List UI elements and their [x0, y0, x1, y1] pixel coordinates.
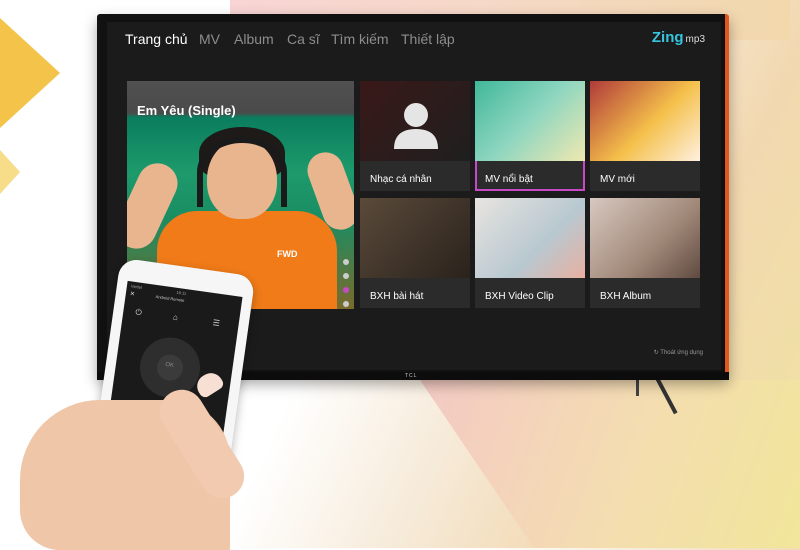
tv-stand-left	[636, 378, 639, 396]
exit-app-button[interactable]: ↻ Thoát ứng dụng	[654, 349, 703, 356]
nav-home[interactable]: Trang chủ	[125, 31, 188, 47]
home-icon[interactable]: ⌂	[172, 313, 178, 323]
phone-time: 16:11	[176, 289, 187, 297]
tile-image	[360, 198, 470, 278]
nav-settings[interactable]: Thiết lập	[401, 31, 455, 47]
tile-personal-music[interactable]: Nhạc cá nhân	[360, 81, 470, 191]
background-shape	[420, 380, 800, 548]
tv-brand-logo: TCL	[405, 373, 418, 379]
decorative-triangle-small	[0, 150, 20, 194]
tile-label: BXH Video Clip	[485, 291, 554, 302]
dpad[interactable]: OK	[136, 333, 204, 402]
menu-icon[interactable]: ☰	[212, 318, 220, 328]
carousel-dot[interactable]	[343, 301, 349, 307]
tile-image	[590, 198, 700, 278]
tile-image	[475, 198, 585, 278]
headphones-icon	[197, 137, 287, 207]
phone-carrier: Viettel	[130, 283, 143, 290]
featured-title: Em Yêu (Single)	[137, 103, 236, 118]
nav-mv[interactable]: MV	[199, 31, 220, 47]
zing-mp3-logo: Zing mp3	[651, 29, 705, 46]
tile-featured-mv[interactable]: MV nổi bật	[475, 81, 585, 191]
carousel-dot[interactable]	[343, 273, 349, 279]
tile-album-chart[interactable]: BXH Album	[590, 198, 700, 308]
power-icon[interactable]: ⏻	[135, 307, 143, 317]
ok-button[interactable]: OK	[155, 352, 185, 383]
nav-search[interactable]: Tìm kiếm	[331, 31, 389, 47]
decorative-triangle	[0, 18, 60, 128]
exit-label: Thoát ứng dụng	[660, 350, 703, 356]
tile-label: MV nổi bật	[485, 174, 533, 185]
close-icon[interactable]: ✕	[129, 290, 135, 299]
person-silhouette-icon	[394, 103, 438, 149]
tile-label: BXH bài hát	[370, 291, 424, 302]
nav-artists[interactable]: Ca sĩ	[287, 31, 320, 47]
tile-image	[590, 81, 700, 161]
carousel-dot[interactable]	[343, 259, 349, 265]
tile-video-chart[interactable]: BXH Video Clip	[475, 198, 585, 308]
tile-label: BXH Album	[600, 291, 652, 302]
nav-album[interactable]: Album	[234, 31, 274, 47]
tile-label: MV mới	[600, 174, 635, 185]
tile-image	[475, 81, 585, 161]
top-nav: Trang chủ MV Album Ca sĩ Tìm kiếm Thiết …	[107, 22, 721, 56]
tile-label: Nhạc cá nhân	[370, 174, 432, 185]
tile-new-mv[interactable]: MV mới	[590, 81, 700, 191]
shirt-logo-text: FWD	[277, 249, 298, 259]
tile-song-chart[interactable]: BXH bài hát	[360, 198, 470, 308]
ok-label: OK	[164, 361, 175, 370]
carousel-dot-active[interactable]	[343, 287, 349, 293]
